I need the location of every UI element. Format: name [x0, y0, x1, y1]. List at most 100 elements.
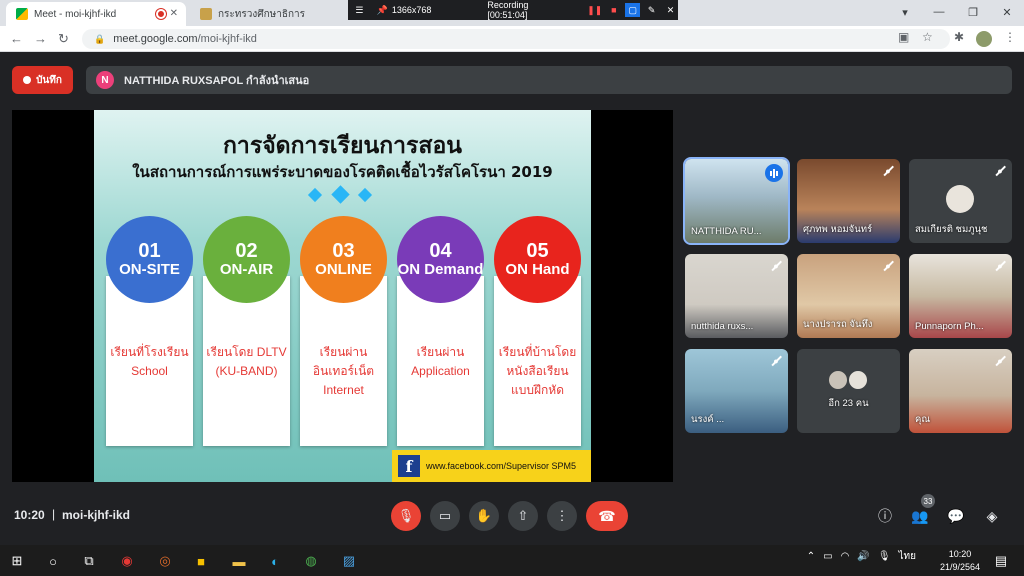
taskbar-clock[interactable]: 10:20 21/9/2564: [940, 548, 980, 573]
facebook-banner: f www.facebook.com/Supervisor SPM5: [392, 450, 591, 482]
option-text-line: เรียนที่โรงเรียน: [110, 345, 189, 359]
meeting-code: moi-kjhf-ikd: [62, 508, 130, 522]
meet-favicon-icon: [16, 8, 28, 20]
url-path: /moi-kjhf-ikd: [197, 33, 257, 45]
photo-viewer-icon[interactable]: ▨: [340, 552, 358, 570]
participant-name: นรงค์ ...: [691, 414, 725, 425]
option-text-line: เรียนโดย DLTV: [206, 345, 287, 359]
pause-icon[interactable]: ❚❚: [587, 3, 602, 17]
bookmark-star-icon[interactable]: ☆: [922, 30, 933, 44]
address-bar[interactable]: 🔒 meet.google.com/moi-kjhf-ikd: [82, 29, 950, 49]
camera-in-use-icon[interactable]: ▣: [898, 30, 909, 44]
participant-name: NATTHIDA RU...: [691, 226, 762, 237]
option-label: ONLINE: [315, 261, 372, 279]
tab-moe[interactable]: กระทรวงศึกษาธิการ: [190, 2, 340, 26]
mic-muted-icon: ●: [769, 354, 783, 368]
participant-tile[interactable]: อีก 23 คน: [797, 349, 900, 433]
window-controls: ▾ — ❐ ✕: [888, 0, 1024, 24]
browser-menu-icon[interactable]: ⋮: [1004, 30, 1016, 44]
mic-off-button[interactable]: 🎙: [391, 501, 421, 531]
wifi-icon[interactable]: ◠: [841, 551, 850, 562]
participant-name: อีก 23 คน: [828, 398, 869, 409]
volume-icon[interactable]: 🔊: [857, 551, 869, 562]
browser-toolbar: ← → ↻ 🔒 meet.google.com/moi-kjhf-ikd ▣ ☆…: [0, 26, 1024, 52]
speaking-indicator-icon: [765, 164, 783, 182]
chat-button[interactable]: 💬: [945, 505, 967, 527]
present-icon: ⇧: [517, 508, 529, 523]
microphone-tray-icon[interactable]: 🎙: [878, 551, 891, 562]
recorder-app-icon[interactable]: ◉: [118, 552, 136, 570]
sticky-notes-icon[interactable]: ■: [192, 552, 210, 570]
mic-muted-icon: ●: [881, 164, 895, 178]
option-number: 01: [138, 240, 161, 263]
recorder-resolution: 1366x768: [391, 5, 432, 15]
screen-recorder-bar: ☰ 📌 1366x768 Recording [00:51:04] ❚❚ ■ ▢…: [348, 0, 678, 20]
tab-meet[interactable]: Meet - moi-kjhf-ikd ✕: [6, 2, 186, 26]
presentation-stage: การจัดการเรียนการสอน ในสถานการณ์การแพร่ร…: [12, 110, 673, 482]
tab-title: กระทรวงศึกษาธิการ: [218, 8, 306, 20]
diamond-decoration-icon: [357, 187, 373, 203]
close-recorder-icon[interactable]: ✕: [663, 3, 678, 17]
tray-chevron-icon[interactable]: ⌃: [807, 551, 815, 562]
pin-icon[interactable]: 📌: [375, 3, 390, 17]
profile-avatar[interactable]: [976, 31, 992, 47]
profile-dropdown-icon[interactable]: ▾: [888, 0, 922, 24]
participant-tile[interactable]: ● คุณ: [909, 349, 1012, 433]
option-circle: 05 ON Hand: [494, 216, 581, 303]
stop-icon[interactable]: ■: [606, 3, 621, 17]
menu-icon[interactable]: ☰: [352, 3, 367, 17]
hand-icon: ✋: [475, 508, 493, 523]
battery-icon[interactable]: ▭: [823, 551, 832, 562]
notifications-icon[interactable]: ▤: [992, 552, 1010, 570]
windows-taskbar: ⊞ ○ ⧉ ◉ ◎ ■ ▬ ◐ ◍ ▨ ⌃ ▭ ◠ 🔊 🎙 ไทย 10:20 …: [0, 545, 1024, 576]
close-tab-icon[interactable]: ✕: [170, 8, 178, 19]
participant-tile[interactable]: ● นรงค์ ...: [685, 349, 788, 433]
minimize-icon[interactable]: —: [922, 0, 956, 24]
participant-name: คุณ: [915, 414, 931, 425]
option-text-line: (KU-BAND): [215, 364, 278, 379]
recording-button[interactable]: บันทึก: [12, 66, 73, 94]
edge-browser-icon[interactable]: ◐: [266, 552, 284, 570]
participant-avatar: [946, 185, 974, 213]
file-explorer-icon[interactable]: ▬: [230, 552, 248, 570]
reload-icon[interactable]: ↻: [58, 31, 69, 47]
video-camera-icon: ▭: [438, 508, 452, 523]
extensions-icon[interactable]: ✱: [954, 30, 964, 44]
raise-hand-button[interactable]: ✋: [469, 501, 499, 531]
meeting-details-button[interactable]: ⓘ: [874, 505, 896, 527]
close-window-icon[interactable]: ✕: [990, 0, 1024, 24]
participant-tile[interactable]: ● Punnaporn Ph...: [909, 254, 1012, 338]
photos-app-icon[interactable]: ◎: [156, 552, 174, 570]
presenter-bar: N NATTHIDA RUXSAPOL กำลังนำเสนอ: [86, 66, 1012, 94]
leave-call-button[interactable]: ☎: [586, 501, 628, 531]
pen-icon[interactable]: ✎: [644, 3, 659, 17]
keyboard-language[interactable]: ไทย: [899, 549, 916, 564]
participant-tile[interactable]: ● นางปรารถ จันทึง: [797, 254, 900, 338]
camera-toggle-icon[interactable]: ▢: [625, 3, 641, 17]
mic-muted-icon: ●: [769, 259, 783, 273]
chrome-browser-icon[interactable]: ◍: [302, 552, 320, 570]
option-text-line: เรียนผ่าน: [319, 345, 368, 359]
option-label: ON-AIR: [219, 261, 274, 279]
task-view-icon[interactable]: ⧉: [80, 552, 98, 570]
option-label: ON-SITE: [119, 261, 180, 279]
participant-tile[interactable]: ● nutthida ruxs...: [685, 254, 788, 338]
back-icon[interactable]: ←: [10, 31, 23, 46]
people-icon: 👥: [911, 507, 929, 524]
option-number: 02: [235, 240, 258, 263]
restore-icon[interactable]: ❐: [956, 0, 990, 24]
windows-start-icon[interactable]: ⊞: [8, 552, 26, 570]
participant-tile[interactable]: NATTHIDA RU...: [683, 157, 790, 245]
option-text-line: School: [131, 364, 168, 379]
present-screen-button[interactable]: ⇧: [508, 501, 538, 531]
camera-button[interactable]: ▭: [430, 501, 460, 531]
url-host: meet.google.com: [113, 33, 198, 45]
people-button[interactable]: 👥: [909, 505, 931, 527]
participant-tile[interactable]: ● ศุภทพ หอมจันทร์: [797, 159, 900, 243]
more-options-button[interactable]: ⋮: [547, 501, 577, 531]
search-icon[interactable]: ○: [44, 552, 62, 570]
participant-tile[interactable]: ● สมเกียรติ ชมภูนุช: [909, 159, 1012, 243]
forward-icon[interactable]: →: [34, 31, 47, 46]
activities-button[interactable]: ◈: [981, 505, 1003, 527]
slide-subtitle: ในสถานการณ์การแพร่ระบาดของโรคติดเชื้อไวร…: [132, 163, 553, 181]
